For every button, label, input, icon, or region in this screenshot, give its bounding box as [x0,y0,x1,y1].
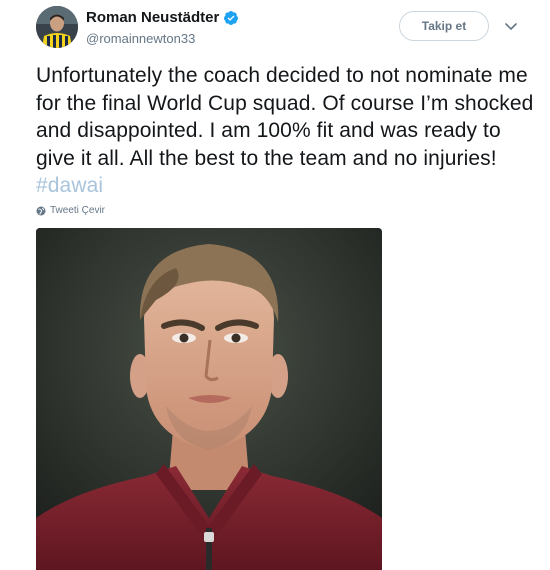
follow-button[interactable]: Takip et [399,11,489,41]
author-name[interactable]: Roman Neustädter [86,9,239,26]
avatar-image [36,6,78,48]
translate-tweet-link[interactable]: Tweeti Çevir [36,205,105,216]
author-handle[interactable]: @romainnewton33 [86,31,195,46]
tweet-photo[interactable] [36,228,382,570]
hashtag-link[interactable]: #dawai [36,174,103,197]
globe-icon [36,206,46,215]
player-portrait-image [36,228,382,570]
tweet-body: Unfortunately the coach decided to not n… [36,64,534,170]
tweet-text: Unfortunately the coach decided to not n… [36,62,536,200]
author-name-text[interactable]: Roman Neustädter [86,9,219,26]
chevron-down-icon[interactable] [503,18,519,34]
avatar[interactable] [36,6,78,48]
translate-label[interactable]: Tweeti Çevir [50,205,105,216]
verified-badge-icon [224,10,239,25]
